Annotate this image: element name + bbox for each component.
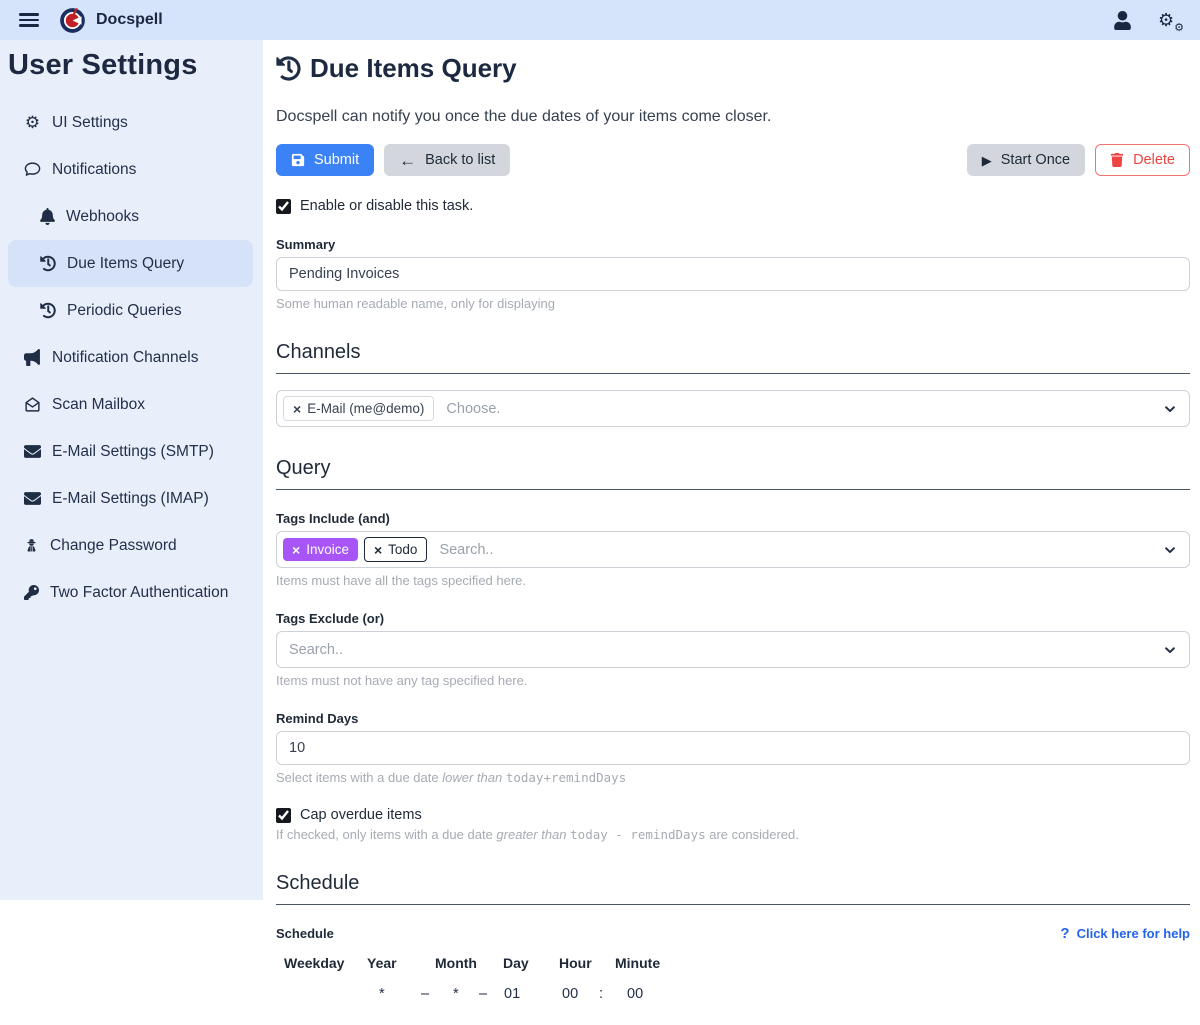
chevron-down-icon[interactable]: [1163, 543, 1177, 557]
summary-input[interactable]: [276, 257, 1190, 291]
schedule-separator: –: [479, 986, 487, 1002]
history-icon: [276, 56, 301, 81]
envelope-icon: [24, 443, 41, 460]
channel-chip: × E-Mail (me@demo): [283, 396, 434, 421]
key-icon: [24, 584, 39, 601]
sidebar-item-email-smtp[interactable]: E-Mail Settings (SMTP): [8, 428, 253, 475]
history-icon: [40, 255, 56, 272]
sidebar-item-ui-settings[interactable]: ⚙ UI Settings: [8, 99, 253, 146]
hamburger-menu-icon[interactable]: [19, 13, 39, 27]
button-row: Submit ← Back to list ▶ Start Once Delet…: [276, 144, 1190, 176]
schedule-col-weekday: Weekday: [284, 955, 344, 971]
gear-icon: ⚙: [24, 114, 41, 131]
docspell-logo-icon: [59, 7, 86, 34]
play-icon: ▶: [982, 154, 992, 167]
schedule-help-link[interactable]: ? Click here for help: [1060, 925, 1190, 942]
schedule-label: Schedule: [276, 926, 334, 941]
schedule-minute-value[interactable]: 00: [627, 986, 643, 1002]
page-title: Due Items Query: [276, 53, 1190, 84]
tags-include-helper: Items must have all the tags specified h…: [276, 573, 1190, 588]
question-icon: ?: [1060, 925, 1069, 942]
tags-include-label: Tags Include (and): [276, 511, 1190, 526]
back-to-list-button[interactable]: ← Back to list: [384, 144, 510, 176]
tags-include-placeholder: Search..: [439, 542, 493, 558]
chevron-down-icon[interactable]: [1163, 643, 1177, 657]
remind-days-input[interactable]: [276, 731, 1190, 765]
tags-exclude-select[interactable]: Search..: [276, 631, 1190, 668]
schedule-day-value[interactable]: 01: [504, 986, 520, 1002]
channels-select[interactable]: × E-Mail (me@demo) Choose.: [276, 390, 1190, 427]
gears-icon[interactable]: ⚙ ⚙: [1158, 9, 1182, 31]
sidebar-item-email-imap[interactable]: E-Mail Settings (IMAP): [8, 475, 253, 522]
schedule-colon: :: [599, 986, 603, 1002]
main-content: Due Items Query Docspell can notify you …: [263, 40, 1200, 900]
chevron-down-icon[interactable]: [1163, 402, 1177, 416]
sidebar-item-scan-mailbox[interactable]: Scan Mailbox: [8, 381, 253, 428]
summary-helper: Some human readable name, only for displ…: [276, 296, 1190, 311]
brand[interactable]: Docspell: [59, 7, 163, 34]
user-secret-icon: [24, 537, 39, 554]
schedule-col-month: Month: [435, 955, 477, 971]
enable-task-checkbox-row: Enable or disable this task.: [276, 198, 1190, 214]
enable-task-checkbox[interactable]: [276, 199, 291, 214]
bell-icon: [40, 208, 55, 225]
tags-exclude-placeholder: Search..: [289, 642, 343, 658]
trash-icon: [1110, 153, 1124, 167]
cap-overdue-helper: If checked, only items with a due date g…: [276, 827, 1190, 842]
schedule-year-value[interactable]: *: [379, 986, 385, 1002]
user-icon[interactable]: [1113, 11, 1132, 30]
tag-chip-todo: × Todo: [364, 537, 427, 562]
save-icon: [291, 153, 305, 167]
sidebar-item-two-factor[interactable]: Two Factor Authentication: [8, 569, 253, 616]
history-icon: [40, 302, 56, 319]
remove-chip-icon[interactable]: ×: [374, 543, 382, 557]
schedule-separator: –: [421, 986, 429, 1002]
sidebar-item-periodic-queries[interactable]: Periodic Queries: [8, 287, 253, 334]
remove-chip-icon[interactable]: ×: [293, 402, 301, 416]
sidebar: User Settings ⚙ UI Settings Notification…: [0, 40, 263, 900]
remind-days-label: Remind Days: [276, 711, 1190, 726]
tag-chip-invoice: × Invoice: [283, 538, 358, 561]
sidebar-title: User Settings: [8, 49, 263, 82]
sidebar-item-due-items-query[interactable]: Due Items Query: [8, 240, 253, 287]
envelope-open-icon: [24, 396, 41, 413]
tags-exclude-helper: Items must not have any tag specified he…: [276, 673, 1190, 688]
schedule-hour-value[interactable]: 00: [562, 986, 578, 1002]
sidebar-menu: ⚙ UI Settings Notifications Webhooks Due…: [0, 99, 263, 616]
schedule-col-year: Year: [367, 955, 397, 971]
sidebar-item-notification-channels[interactable]: Notification Channels: [8, 334, 253, 381]
schedule-col-minute: Minute: [615, 955, 660, 971]
channels-placeholder: Choose.: [446, 401, 500, 417]
brand-name: Docspell: [96, 11, 163, 29]
channels-heading: Channels: [276, 341, 1190, 374]
schedule-col-hour: Hour: [559, 955, 592, 971]
schedule-heading: Schedule: [276, 872, 1190, 905]
sidebar-item-notifications[interactable]: Notifications: [8, 146, 253, 193]
cap-overdue-checkbox[interactable]: [276, 808, 291, 823]
top-navbar: Docspell ⚙ ⚙: [0, 0, 1200, 40]
sidebar-item-webhooks[interactable]: Webhooks: [8, 193, 253, 240]
bullhorn-icon: [24, 349, 41, 366]
cap-overdue-checkbox-row: Cap overdue items: [276, 807, 1190, 823]
arrow-left-icon: ←: [399, 152, 416, 169]
summary-label: Summary: [276, 237, 1190, 252]
envelope-icon: [24, 490, 41, 507]
remove-chip-icon[interactable]: ×: [292, 543, 300, 557]
schedule-table: Weekday Year Month Day Hour Minute * – *…: [276, 955, 1190, 1025]
comment-icon: [24, 161, 41, 178]
start-once-button[interactable]: ▶ Start Once: [967, 144, 1085, 176]
page-description: Docspell can notify you once the due dat…: [276, 108, 1190, 126]
schedule-month-value[interactable]: *: [453, 986, 459, 1002]
delete-button[interactable]: Delete: [1095, 144, 1190, 176]
query-heading: Query: [276, 457, 1190, 490]
sidebar-item-change-password[interactable]: Change Password: [8, 522, 253, 569]
remind-days-helper: Select items with a due date lower than …: [276, 770, 1190, 785]
tags-include-select[interactable]: × Invoice × Todo Search..: [276, 531, 1190, 568]
schedule-col-day: Day: [503, 955, 529, 971]
tags-exclude-label: Tags Exclude (or): [276, 611, 1190, 626]
submit-button[interactable]: Submit: [276, 144, 374, 176]
